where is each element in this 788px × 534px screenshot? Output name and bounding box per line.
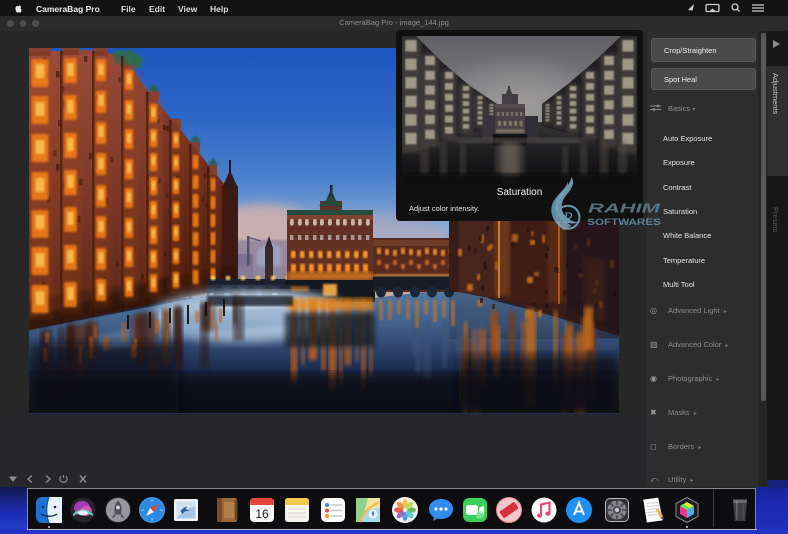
svg-text:16: 16	[255, 507, 269, 521]
